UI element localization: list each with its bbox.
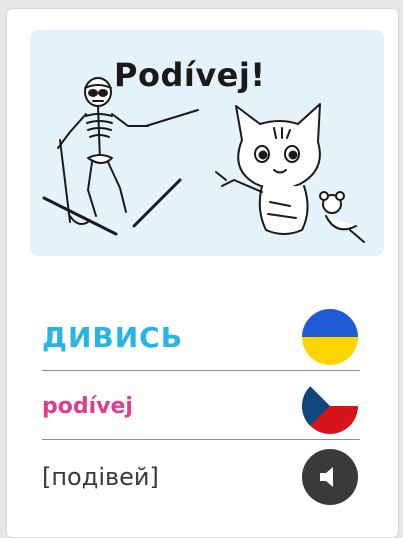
divider — [42, 370, 360, 371]
word-illustration: Podívej! — [30, 30, 384, 256]
transcription-text: [подівей] — [42, 463, 159, 491]
czech-word: podívej — [42, 393, 133, 419]
ukrainian-word: ДИВИСЬ — [42, 320, 184, 354]
speaker-icon — [320, 467, 333, 487]
czech-word-row: podívej — [42, 373, 360, 439]
play-sound-button[interactable] — [302, 449, 358, 505]
transcription-row: [подівей] — [42, 441, 360, 513]
divider — [42, 439, 360, 440]
word-card: Podívej! ДИВИСЬ podívej [подівей] — [6, 8, 399, 538]
illustration-title: Podívej! — [114, 56, 266, 94]
ukraine-flag-icon — [302, 309, 358, 365]
ukrainian-word-row: ДИВИСЬ — [42, 305, 360, 369]
czech-flag-icon — [302, 378, 358, 434]
